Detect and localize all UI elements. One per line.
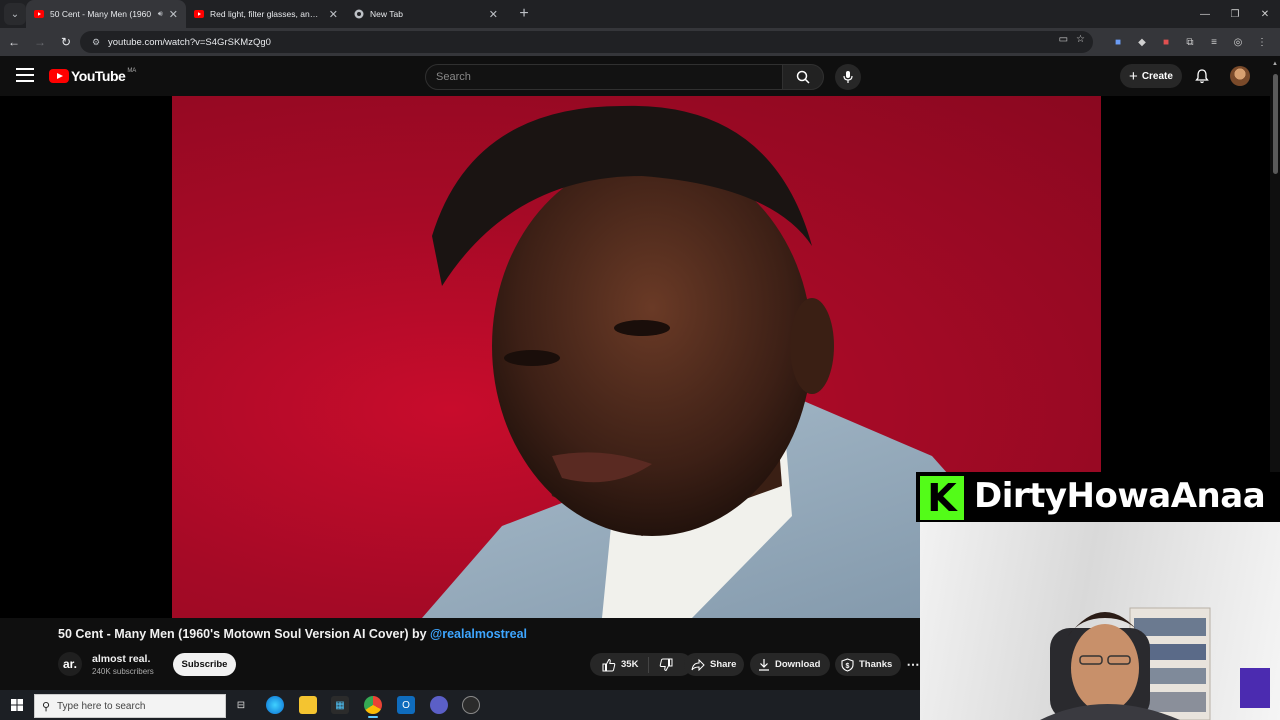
taskbar-search-icon: ⚲ — [41, 700, 51, 713]
share-button[interactable]: Share — [684, 653, 744, 676]
download-button[interactable]: Download — [750, 653, 830, 676]
subscribe-button[interactable]: Subscribe — [173, 653, 236, 676]
youtube-wordmark: YouTube — [71, 68, 126, 84]
video-title: 50 Cent - Many Men (1960's Motown Soul V… — [58, 627, 527, 641]
browser-toolbar: ← → ↻ ⚙ youtube.com/watch?v=S4GrSKMzQg0 … — [0, 28, 1280, 56]
tab-youtube-red-light[interactable]: Red light, filter glasses, and but ✕ — [186, 0, 346, 28]
menu-hamburger-icon[interactable] — [16, 68, 34, 82]
url-text: youtube.com/watch?v=S4GrSKMzQg0 — [108, 36, 271, 48]
address-bar[interactable]: ⚙ youtube.com/watch?v=S4GrSKMzQg0 ▭ ☆ — [80, 31, 1093, 53]
youtube-play-icon — [49, 69, 69, 83]
extension-red-icon[interactable]: ■ — [1154, 37, 1178, 48]
speaker-icon[interactable]: 🔊︎ — [158, 9, 163, 19]
thanks-label: Thanks — [859, 659, 893, 670]
window-controls: — ❐ ✕ — [1190, 0, 1280, 28]
profile-icon[interactable]: ◎ — [1226, 37, 1250, 48]
country-code: MA — [127, 68, 137, 74]
new-tab-button[interactable]: + — [512, 2, 536, 26]
cast-icon[interactable]: ▭ — [1059, 34, 1068, 45]
search-box — [425, 64, 783, 90]
extension-diamond-icon[interactable]: ◆ — [1130, 37, 1154, 48]
youtube-icon — [34, 9, 44, 19]
close-window-icon[interactable]: ✕ — [1250, 0, 1280, 28]
microsoft-store-icon[interactable]: ▦ — [331, 696, 349, 714]
more-actions-icon[interactable]: ⋯ — [906, 653, 920, 676]
file-explorer-icon[interactable] — [299, 696, 317, 714]
kick-logo: K — [918, 474, 966, 522]
microphone-icon — [843, 71, 853, 83]
video-title-text: 50 Cent - Many Men (1960's Motown Soul V… — [58, 627, 431, 641]
tab-title: 50 Cent - Many Men (1960 — [50, 9, 152, 19]
tab-search-button[interactable]: ⌄ — [4, 3, 26, 25]
restore-icon[interactable]: ❐ — [1220, 0, 1250, 28]
thumbs-down-icon — [660, 658, 673, 671]
streamer-name: DirtyHowaAnaa — [974, 476, 1266, 516]
webcam-scene — [1040, 607, 1270, 720]
extensions-puzzle-icon[interactable]: ⧉ — [1178, 37, 1202, 48]
browser-tab-strip: ⌄ 50 Cent - Many Men (1960 🔊︎ ✕ Red ligh… — [0, 0, 1280, 28]
webcam-overlay — [920, 518, 1280, 720]
site-info-icon[interactable]: ⚙ — [86, 37, 106, 48]
chrome-taskbar-icon[interactable] — [364, 696, 382, 718]
tab-title: Red light, filter glasses, and but — [210, 9, 323, 19]
thanks-button[interactable]: $ Thanks — [835, 653, 901, 676]
youtube-icon — [194, 9, 204, 19]
account-avatar[interactable] — [1230, 66, 1250, 86]
like-divider — [648, 656, 650, 673]
streamer-name-banner: K DirtyHowaAnaa — [916, 472, 1280, 522]
forward-icon[interactable]: → — [28, 30, 52, 54]
minimize-icon[interactable]: — — [1190, 0, 1220, 28]
dislike-button[interactable] — [653, 658, 679, 672]
super-thanks-icon: $ — [841, 657, 854, 672]
close-tab-icon[interactable]: ✕ — [329, 8, 338, 21]
reload-icon[interactable]: ↻ — [54, 30, 78, 54]
close-tab-icon[interactable]: ✕ — [169, 8, 178, 21]
like-dislike-group: 35K — [590, 653, 692, 676]
task-view-icon[interactable]: ⊟ — [232, 696, 250, 714]
channel-handle-link[interactable]: @realalmostreal — [430, 627, 527, 641]
tab-new-tab[interactable]: New Tab ✕ — [346, 0, 506, 28]
messenger-app-icon[interactable] — [430, 696, 448, 714]
create-button[interactable]: + Create — [1120, 64, 1182, 88]
share-label: Share — [710, 659, 737, 670]
bookmark-star-icon[interactable]: ☆ — [1076, 34, 1085, 45]
back-icon[interactable]: ← — [2, 30, 26, 54]
like-count: 35K — [621, 659, 639, 670]
share-icon — [691, 658, 705, 671]
scroll-up-icon[interactable]: ▲ — [1272, 61, 1278, 67]
tab-title: New Tab — [370, 9, 403, 19]
youtube-logo[interactable]: YouTube MA — [49, 68, 136, 84]
search-icon — [796, 70, 810, 84]
download-label: Download — [775, 659, 821, 670]
scrollbar-thumb[interactable] — [1273, 74, 1278, 174]
plus-icon: + — [1129, 67, 1138, 85]
search-input[interactable] — [426, 65, 782, 89]
taskbar-search-box[interactable]: ⚲ Type here to search — [34, 694, 226, 718]
media-controls-icon[interactable]: ≡ — [1202, 37, 1226, 48]
tab-youtube-many-men[interactable]: 50 Cent - Many Men (1960 🔊︎ ✕ — [26, 0, 186, 28]
download-icon — [759, 659, 769, 671]
obs-studio-icon[interactable] — [462, 696, 480, 714]
edge-browser-icon[interactable] — [266, 696, 284, 714]
taskbar-search-placeholder: Type here to search — [57, 700, 146, 712]
like-button[interactable]: 35K — [596, 658, 644, 672]
create-label: Create — [1141, 70, 1173, 82]
windows-start-icon[interactable] — [0, 690, 34, 720]
extensions-area: ■ ◆ ■ ⧉ ≡ ◎ ⋮ — [1106, 28, 1274, 56]
voice-search-button[interactable] — [835, 64, 861, 90]
outlook-icon[interactable]: O — [397, 696, 415, 714]
channel-name[interactable]: almost real. — [92, 653, 150, 665]
close-tab-icon[interactable]: ✕ — [489, 8, 498, 21]
notifications-bell-icon[interactable] — [1192, 66, 1212, 86]
search-button[interactable] — [782, 64, 824, 90]
svg-text:$: $ — [846, 663, 850, 670]
thumbs-up-icon — [602, 658, 616, 671]
channel-avatar[interactable]: ar. — [58, 652, 82, 676]
subscriber-count: 240K subscribers — [92, 667, 154, 676]
translate-extension-icon[interactable]: ■ — [1106, 37, 1130, 48]
browser-menu-icon[interactable]: ⋮ — [1250, 37, 1274, 48]
chrome-icon — [354, 9, 364, 19]
